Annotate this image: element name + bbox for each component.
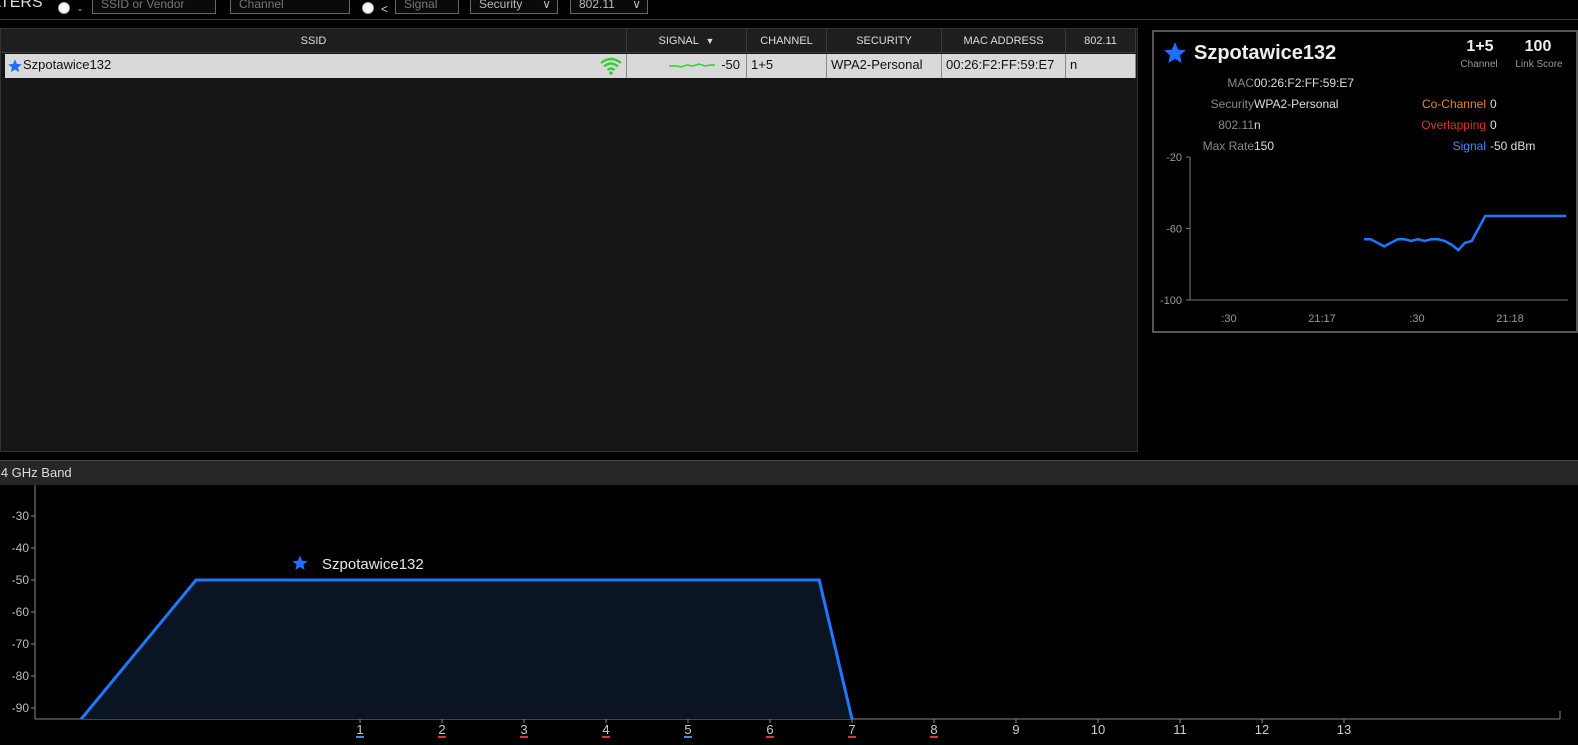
x-tick-label: 21:18 [1496, 313, 1524, 325]
security-filter-label: Security [479, 0, 523, 11]
x-tick-label: 13 [1337, 722, 1351, 737]
signal-series-line [1364, 214, 1566, 252]
security-cell: WPA2-Personal [827, 54, 942, 78]
details-security-value: WPA2-Personal [1254, 97, 1339, 111]
network-table: SSID SIGNAL ▼ CHANNEL SECURITY MAC ADDRE… [0, 28, 1138, 452]
channel-usage-marker [438, 736, 446, 738]
details-mac-label: MAC [1227, 76, 1254, 90]
network-details-panel: Szpotawice132 1+5 Channel 100 Link Score… [1152, 30, 1578, 333]
details-link-score-value: 100 [1524, 38, 1552, 55]
ssid-filter-op: - [78, 2, 82, 16]
x-tick-label: 10 [1091, 722, 1105, 737]
x-tick-label: 4 [602, 722, 609, 737]
sort-desc-icon: ▼ [705, 36, 715, 46]
x-tick-label: :30 [1409, 313, 1424, 325]
y-tick-label: -70 [12, 637, 30, 651]
x-tick-label: 12 [1255, 722, 1269, 737]
signal-cell: -50 [627, 54, 747, 78]
band-panel-header: 2.4 GHz Band [0, 460, 1578, 485]
details-dot11-value: n [1254, 118, 1261, 132]
filters-label: FILTERS [0, 0, 43, 11]
channel-usage-marker [930, 736, 938, 738]
wifi-signal-icon [600, 57, 622, 75]
details-mac-value: 00:26:F2:FF:59:E7 [1254, 76, 1355, 90]
signal-history-chart: -20 -60 -100 :30 21:17 :30 21:18 [1160, 152, 1568, 325]
x-tick-label: 21:17 [1308, 313, 1336, 325]
filter-bar: FILTERS - SSID or Vendor Channel < Signa… [0, 0, 1578, 20]
x-tick-label: 5 [684, 722, 691, 737]
x-tick-label: 11 [1173, 722, 1187, 737]
favorite-star-icon[interactable] [1162, 40, 1188, 66]
x-tick-label: 6 [766, 722, 773, 737]
column-header-ssid[interactable]: SSID [1, 29, 627, 53]
channel-usage-marker [848, 736, 856, 738]
network-channel-shape [80, 578, 854, 720]
ssid-cell[interactable]: Szpotawice132 [5, 54, 627, 78]
signal-value: -50 [721, 57, 740, 72]
x-tick-label: :30 [1221, 313, 1236, 325]
details-ssid-title: Szpotawice132 [1194, 42, 1337, 64]
column-header-mac[interactable]: MAC ADDRESS [942, 29, 1066, 53]
dot11-filter-label: 802.11 [579, 0, 615, 11]
ssid-filter-input[interactable]: SSID or Vendor [92, 0, 216, 14]
channel-usage-marker [520, 736, 528, 738]
x-tick-label: 2 [438, 722, 445, 737]
column-header-signal[interactable]: SIGNAL ▼ [627, 29, 747, 53]
x-tick-label: 8 [930, 722, 937, 737]
y-tick-label: -90 [12, 701, 30, 715]
details-overlapping-value: 0 [1490, 118, 1497, 132]
details-cochannel-value: 0 [1490, 97, 1497, 111]
y-tick-label: -60 [12, 605, 30, 619]
y-tick-label: -40 [12, 541, 30, 555]
x-tick-label: 3 [520, 722, 527, 737]
band-title: 2.4 GHz Band [0, 465, 72, 480]
ssid-value: Szpotawice132 [23, 57, 112, 72]
y-tick-label: -20 [1166, 152, 1182, 164]
signal-filter-op: < [381, 2, 389, 16]
channel-filter-input[interactable]: Channel [230, 0, 350, 14]
chevron-down-icon: ∨ [542, 0, 551, 11]
dot11-filter-dropdown[interactable]: 802.11 ∨ [570, 0, 648, 14]
dot11-cell: n [1066, 54, 1136, 78]
channel-usage-marker [684, 736, 692, 738]
details-link-score-label: Link Score [1515, 59, 1563, 70]
column-header-signal-label: SIGNAL [658, 35, 699, 47]
details-channel-value: 1+5 [1466, 38, 1494, 55]
details-overlapping-label: Overlapping [1421, 118, 1486, 132]
x-tick-label: 7 [848, 722, 855, 737]
signal-filter-radio[interactable] [362, 2, 374, 14]
details-security-label: Security [1210, 97, 1254, 111]
channel-usage-marker [766, 736, 774, 738]
y-tick-label: -80 [12, 669, 30, 683]
favorite-star-icon[interactable] [7, 58, 23, 74]
y-tick-label: -100 [1160, 295, 1182, 307]
details-channel-label: Channel [1460, 59, 1498, 70]
channel-usage-marker [602, 736, 610, 738]
network-label: Szpotawice132 [322, 556, 424, 573]
x-tick-label: 9 [1012, 722, 1019, 737]
security-filter-dropdown[interactable]: Security ∨ [470, 0, 558, 14]
channel-cell: 1+5 [747, 54, 827, 78]
band-chart: -30-40-50-60-70-80-901 2 3 4 5 6 7 8 9 10 11 12 13Sz… [12, 485, 1561, 738]
x-tick-label: 1 [356, 722, 363, 737]
mac-cell: 00:26:F2:FF:59:E7 [942, 54, 1066, 78]
column-header-channel[interactable]: CHANNEL [747, 29, 827, 53]
y-tick-label: -60 [1166, 224, 1182, 236]
signal-sparkline [669, 63, 715, 68]
chevron-down-icon: ∨ [632, 0, 641, 11]
details-dot11-label: 802.11 [1218, 118, 1254, 132]
y-tick-label: -30 [12, 509, 30, 523]
band-panel: 2.4 GHz Band -30-40-50-60-70-80-90123456… [0, 460, 1578, 744]
channel-usage-marker [356, 736, 364, 738]
signal-filter-input[interactable]: Signal [395, 0, 459, 14]
favorite-star-icon [292, 555, 308, 570]
details-cochannel-label: Co-Channel [1421, 97, 1486, 111]
y-tick-label: -50 [12, 573, 30, 587]
ssid-filter-radio[interactable] [58, 2, 70, 14]
column-header-security[interactable]: SECURITY [827, 29, 942, 53]
column-header-dot11[interactable]: 802.11 [1066, 29, 1136, 53]
